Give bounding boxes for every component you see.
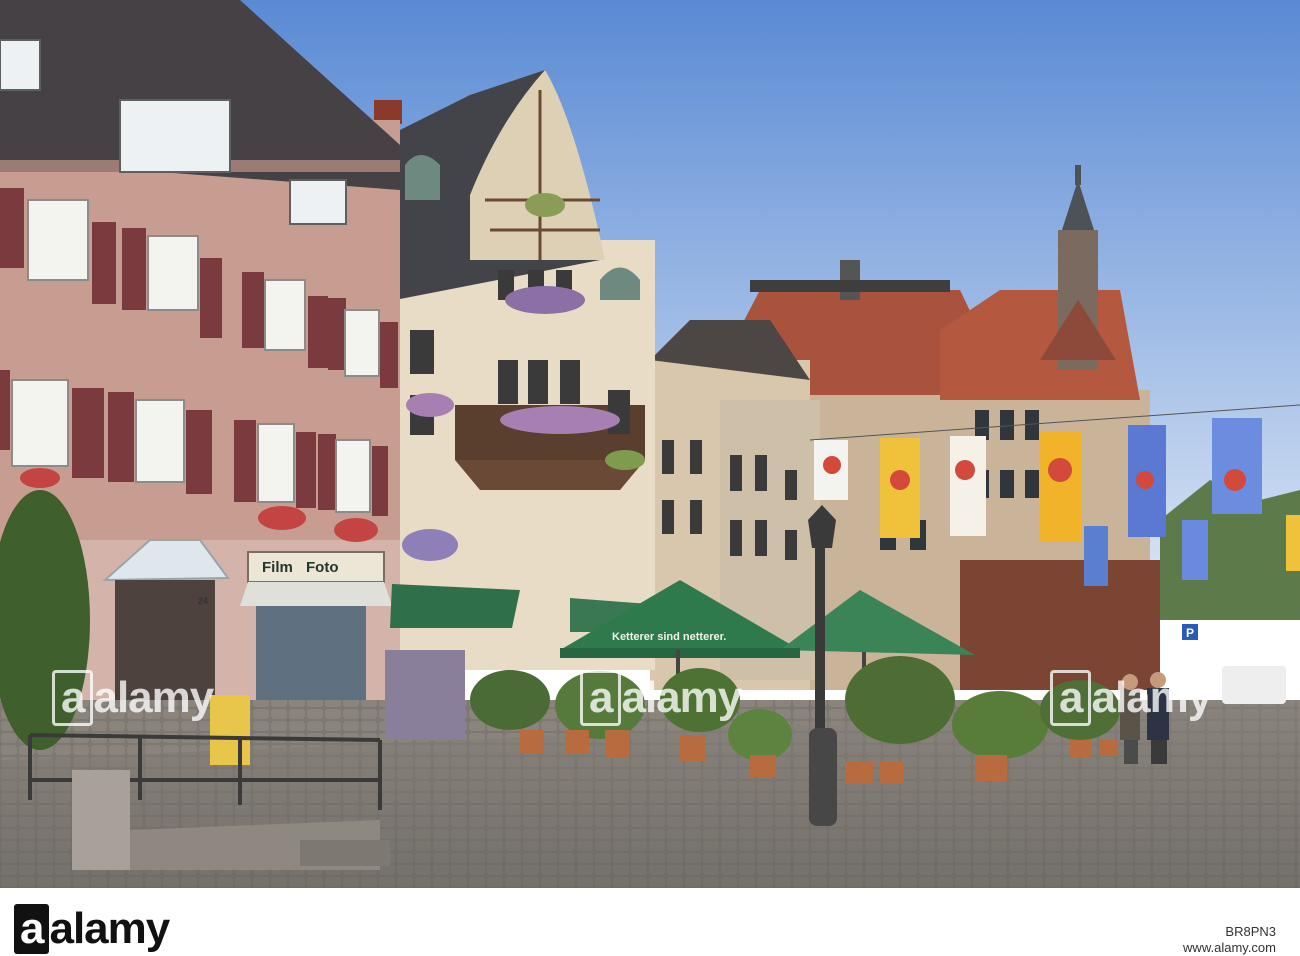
watermark-left-text: alamy <box>93 673 214 722</box>
footer-stock-info: BR8PN3 www.alamy.com <box>1183 924 1276 956</box>
footer-logo-text: alamy <box>49 904 170 953</box>
photo-scene: Film Foto 24 Ketterer sind netterer. P <box>0 0 1300 956</box>
watermark-center-text: alamy <box>621 673 742 722</box>
umbrella-slogan: Ketterer sind netterer. <box>612 631 726 643</box>
house-number: 24 <box>198 596 208 606</box>
footer-logo[interactable]: a alamy <box>14 904 170 954</box>
footer-site[interactable]: www.alamy.com <box>1183 940 1276 956</box>
watermark-right-box: a <box>1050 670 1092 726</box>
parked-van <box>1222 666 1286 704</box>
watermark-left: a alamy <box>52 670 214 726</box>
street-photo: Film Foto 24 Ketterer sind netterer. P <box>0 0 1300 888</box>
footer-bar <box>0 888 1300 956</box>
sandwich-board <box>210 695 250 765</box>
watermark-left-box: a <box>52 670 94 726</box>
foto-sign: Foto <box>306 559 338 576</box>
watermark-right-text: alamy <box>1091 673 1212 722</box>
footer-stock-id: BR8PN3 <box>1225 924 1276 939</box>
postcard-rack <box>385 650 465 740</box>
watermark-center: a alamy <box>580 670 742 726</box>
watermark-right: a alamy <box>1050 670 1212 726</box>
watermark-center-box: a <box>580 670 622 726</box>
parking-sign-letter: P <box>1186 626 1194 640</box>
film-sign: Film <box>262 559 293 576</box>
footer-logo-box: a <box>14 904 50 954</box>
